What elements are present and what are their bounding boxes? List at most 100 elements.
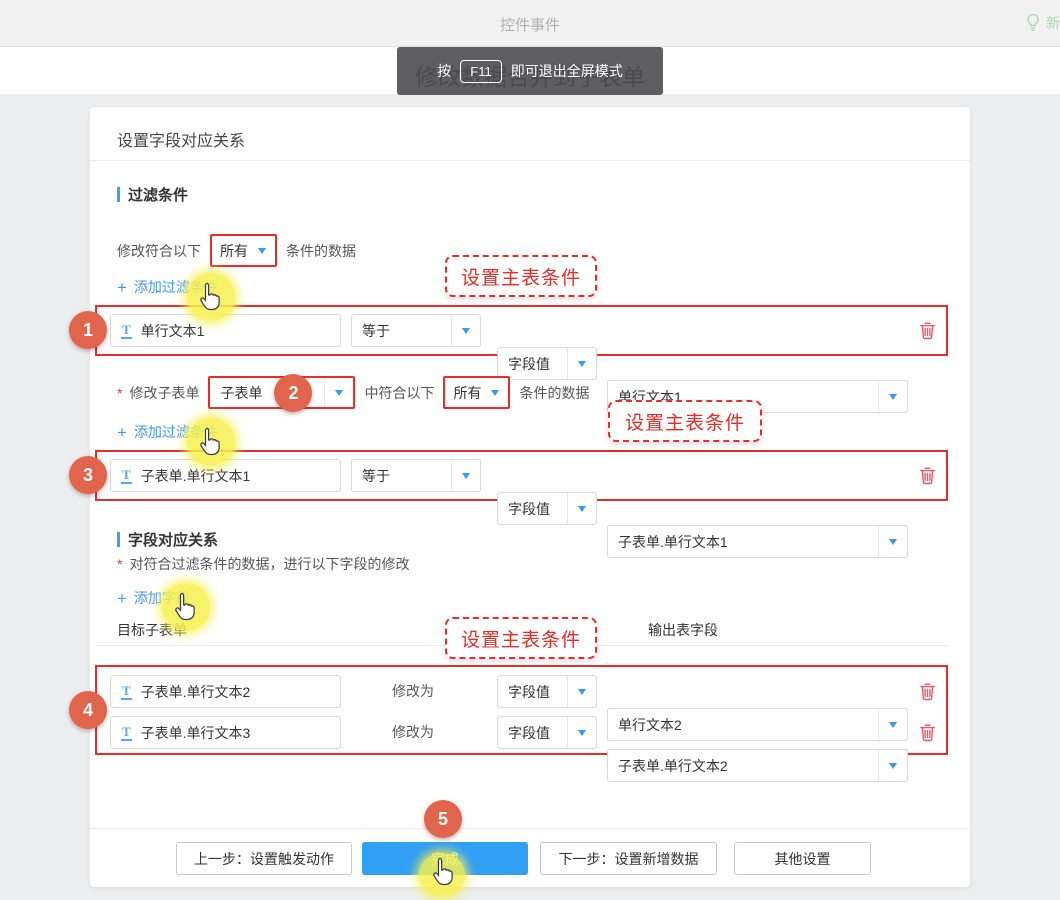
required-mark: *: [117, 556, 122, 572]
beginner-guide-label: 新手: [1046, 13, 1060, 33]
step-badge-5: 5: [424, 800, 462, 838]
plus-icon: +: [117, 590, 127, 607]
value-value: 子表单.单行文本1: [608, 532, 878, 552]
output-field-select[interactable]: 子表单.单行文本2: [607, 749, 908, 782]
chevron-down-icon: [335, 390, 343, 396]
fullscreen-exit-toast: 按 F11 即可退出全屏模式: [397, 47, 663, 95]
annotation-set-main-table-condition-3: 设置主表条件: [445, 617, 597, 659]
chevron-down-icon: [889, 539, 897, 545]
delete-icon[interactable]: [919, 321, 936, 340]
step-badge-2: 2: [274, 374, 312, 412]
operator-select[interactable]: 等于: [351, 459, 481, 492]
subform-suffix-label: 条件的数据: [519, 383, 589, 403]
chevron-down-icon: [462, 328, 470, 334]
filter-section-heading: 过滤条件: [117, 184, 188, 205]
output-field-value: 子表单.单行文本2: [608, 756, 878, 776]
chevron-down-icon: [258, 248, 266, 254]
modal-title: 设置字段对应关系: [117, 127, 245, 151]
text-field-icon: T: [121, 323, 132, 339]
filter-field-input[interactable]: T 单行文本1: [110, 314, 341, 347]
operator-value: 等于: [352, 321, 451, 341]
section-bar-icon: [117, 532, 120, 547]
annotation-set-main-table-condition-2: 设置主表条件: [608, 400, 762, 442]
hand-cursor-icon: [173, 592, 197, 622]
lightbulb-icon: [1025, 13, 1041, 33]
filter-field-value: 子表单.单行文本1: [141, 466, 251, 486]
subform-select[interactable]: 子表单 2: [208, 376, 355, 409]
mapping-row: T 子表单.单行文本3 修改为 字段值 子表单.单行文本2: [97, 716, 946, 749]
chevron-down-icon: [578, 506, 586, 512]
plus-icon: +: [117, 424, 127, 441]
value-type-value: 字段值: [498, 499, 567, 519]
value-select[interactable]: 子表单.单行文本1: [607, 525, 908, 558]
main-filter-condition-line: 修改符合以下 所有 条件的数据: [117, 234, 356, 267]
chevron-down-icon: [578, 689, 586, 695]
toast-suffix: 即可退出全屏模式: [511, 61, 623, 81]
plus-icon: +: [117, 279, 127, 296]
match-mode-select[interactable]: 所有: [210, 234, 277, 267]
condition-prefix-label: 修改符合以下: [117, 241, 201, 261]
chevron-down-icon: [578, 730, 586, 736]
filter-field-input[interactable]: T 子表单.单行文本1: [110, 459, 341, 492]
target-field-input[interactable]: T 子表单.单行文本3: [110, 716, 341, 749]
hand-cursor-icon: [198, 282, 222, 312]
delete-icon[interactable]: [919, 466, 936, 485]
value-type-value: 字段值: [498, 354, 567, 374]
chevron-down-icon: [889, 394, 897, 400]
field-mapping-rows: T 子表单.单行文本2 修改为 字段值 单行文本2 T 子表单.单行文本3: [95, 665, 948, 755]
mapping-row: T 子表单.单行文本2 修改为 字段值 单行文本2: [97, 675, 946, 708]
delete-icon[interactable]: [919, 682, 936, 701]
subform-condition-line: * 修改子表单 子表单 2 中符合以下 所有 条件的数据: [117, 376, 589, 409]
subform-middle-label: 中符合以下: [364, 383, 434, 403]
section-bar-icon: [117, 187, 120, 202]
hand-cursor-icon: [198, 427, 222, 457]
f11-key-badge: F11: [460, 60, 501, 83]
filter-heading-label: 过滤条件: [128, 184, 188, 205]
match-mode-value: 所有: [212, 241, 258, 261]
condition-suffix-label: 条件的数据: [286, 241, 356, 261]
value-type-value: 字段值: [498, 682, 567, 702]
value-type-select[interactable]: 字段值: [497, 492, 597, 525]
chevron-down-icon: [578, 361, 586, 367]
mapping-description-line: * 对符合过滤条件的数据，进行以下字段的修改: [117, 548, 409, 579]
step-badge-3: 3: [69, 456, 107, 494]
target-field-input[interactable]: T 子表单.单行文本2: [110, 675, 341, 708]
chevron-down-icon: [491, 390, 499, 396]
target-field-value: 子表单.单行文本3: [141, 723, 251, 743]
header-divider: [90, 160, 970, 161]
footer-divider: [90, 828, 970, 829]
operator-select[interactable]: 等于: [351, 314, 481, 347]
prev-step-button[interactable]: 上一步：设置触发动作: [176, 842, 352, 875]
mapping-heading-label: 字段对应关系: [128, 529, 218, 550]
chevron-down-icon: [462, 473, 470, 479]
other-settings-button[interactable]: 其他设置: [734, 842, 871, 875]
modify-to-label: 修改为: [392, 675, 434, 708]
required-mark: *: [117, 385, 122, 401]
target-field-value: 子表单.单行文本2: [141, 682, 251, 702]
hand-cursor-icon: [431, 857, 455, 887]
modify-to-label: 修改为: [392, 716, 434, 749]
beginner-guide-link[interactable]: 新手: [1025, 13, 1060, 33]
value-type-value: 字段值: [498, 723, 567, 743]
subform-match-mode-select[interactable]: 所有: [443, 376, 510, 409]
text-field-icon: T: [121, 725, 132, 741]
subform-label: 修改子表单: [129, 383, 199, 403]
value-type-select[interactable]: 字段值: [497, 675, 597, 708]
annotation-set-main-table-condition-1: 设置主表条件: [445, 255, 597, 297]
filter-field-value: 单行文本1: [141, 321, 205, 341]
delete-icon[interactable]: [919, 723, 936, 742]
toast-prefix: 按: [437, 61, 451, 81]
column-header-output-field: 输出表字段: [648, 620, 718, 640]
step-badge-4: 4: [69, 691, 107, 729]
text-field-icon: T: [121, 684, 132, 700]
mapping-section-heading: 字段对应关系: [117, 529, 218, 550]
subform-match-mode-value: 所有: [445, 383, 491, 403]
chevron-down-icon: [889, 763, 897, 769]
next-step-button[interactable]: 下一步：设置新增数据: [540, 842, 717, 875]
value-type-select[interactable]: 字段值: [497, 716, 597, 749]
operator-value: 等于: [352, 466, 451, 486]
text-field-icon: T: [121, 468, 132, 484]
field-mapping-modal: 设置字段对应关系 过滤条件 修改符合以下 所有 条件的数据 + 添加过滤条件 设…: [90, 107, 970, 887]
mapping-description: 对符合过滤条件的数据，进行以下字段的修改: [129, 554, 409, 574]
topbar: 控件事件 新手: [0, 0, 1060, 47]
